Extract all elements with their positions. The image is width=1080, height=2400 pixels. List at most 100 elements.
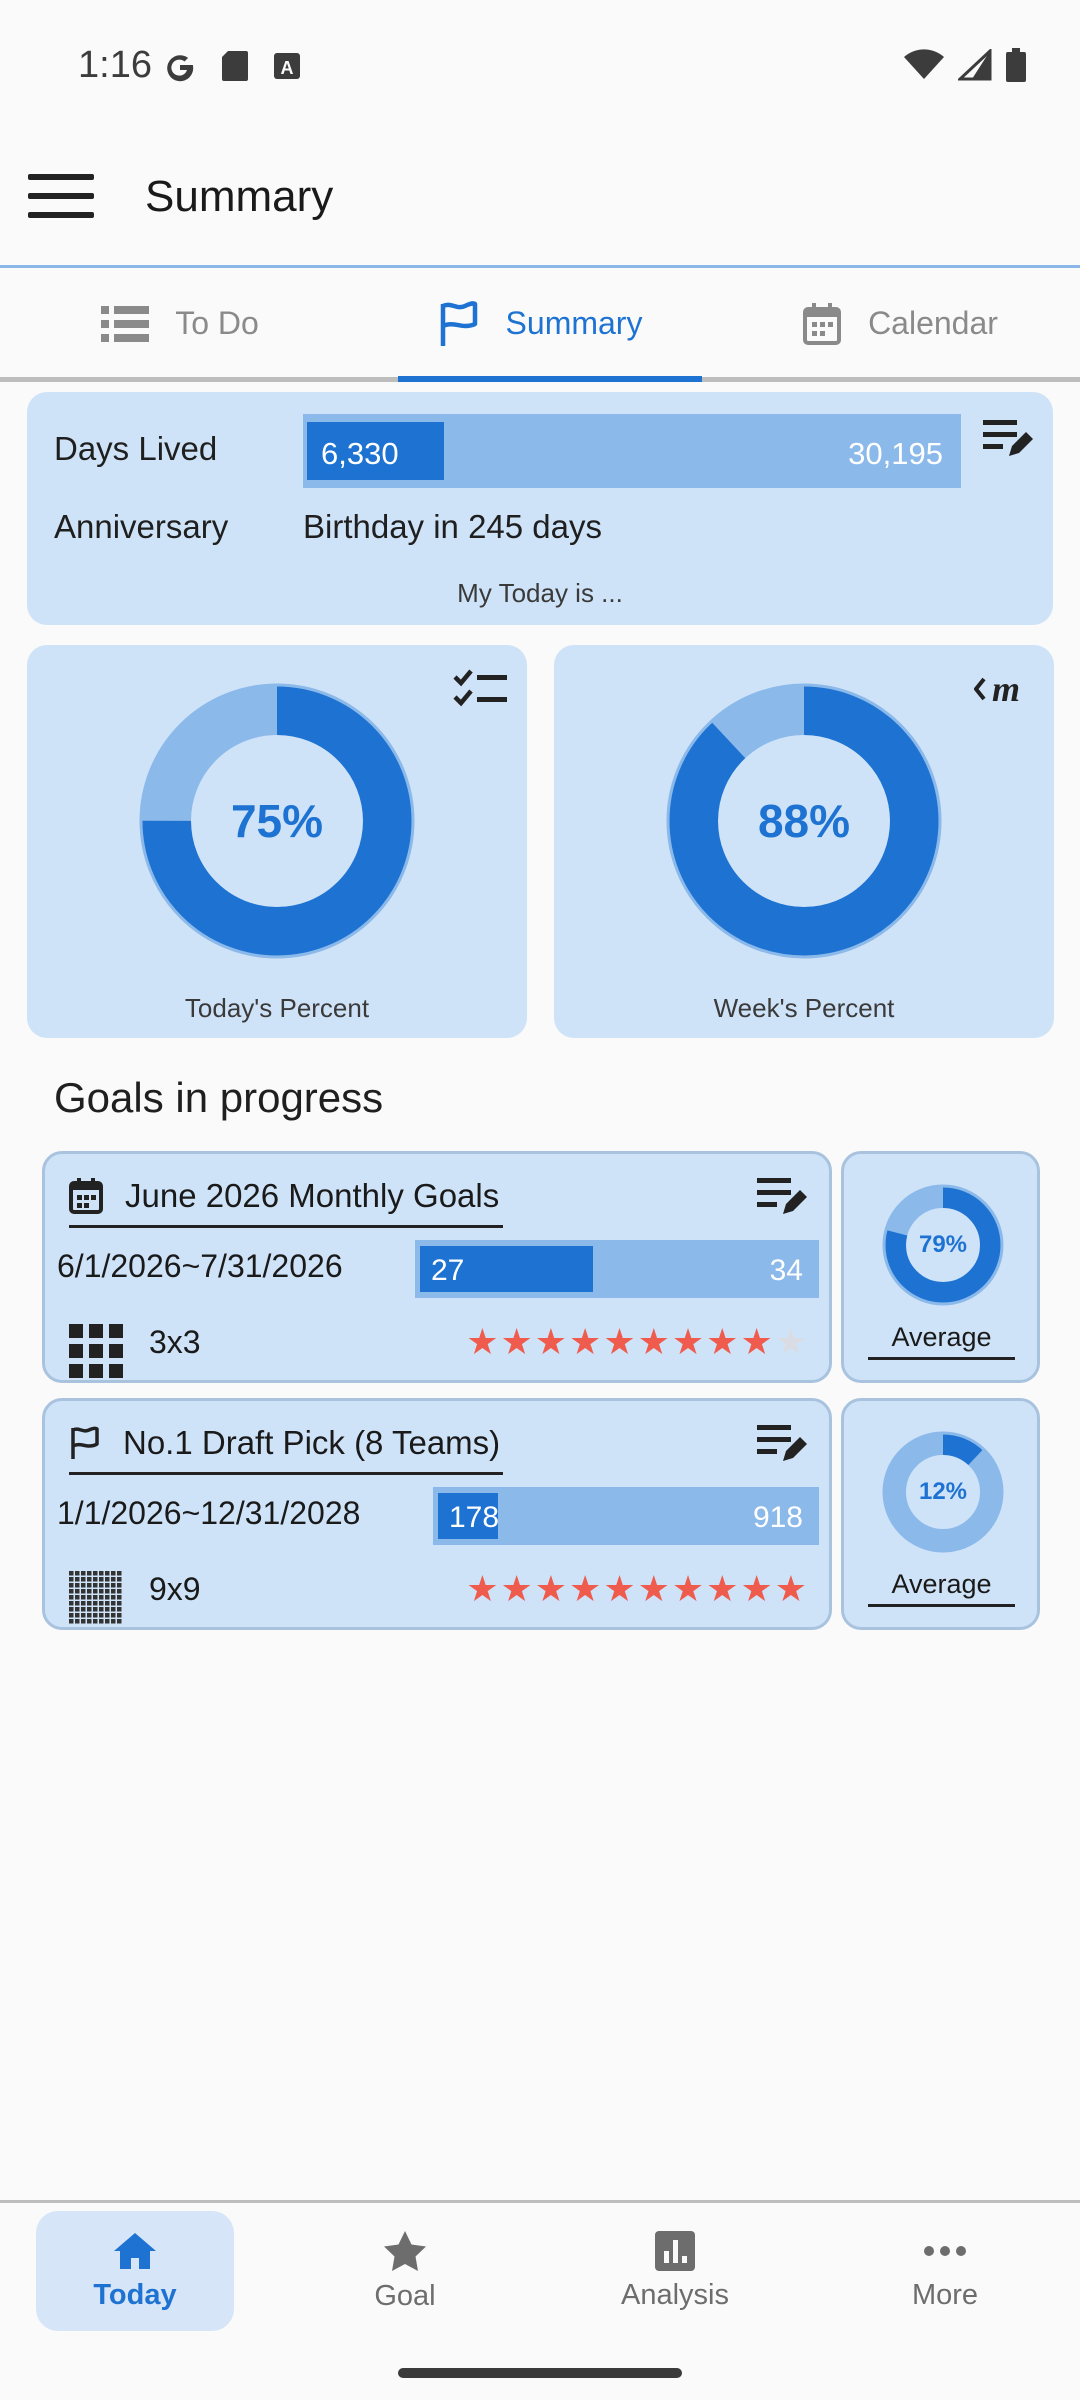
flag-icon [71, 1426, 99, 1459]
flag-icon [440, 300, 477, 346]
star-icon: ★ [774, 1568, 807, 1609]
more-icon [924, 2245, 966, 2256]
grid-cell [75, 1607, 80, 1612]
star-icon: ★ [740, 1321, 773, 1362]
nav-label: More [911, 2278, 979, 2311]
goal-average-label: Average [868, 1569, 1015, 1607]
tab-todo[interactable]: To Do [0, 270, 360, 377]
grid-cell [69, 1619, 74, 1624]
goal-card[interactable]: June 2026 Monthly Goals 6/1/2026~7/31/20… [42, 1151, 832, 1383]
edit-list-icon[interactable] [757, 1421, 809, 1465]
grid-cell [75, 1571, 80, 1576]
days-lived-progress: 6,330 30,195 [303, 414, 961, 488]
star-icon: ★ [500, 1568, 533, 1609]
goal-average-card[interactable]: 12% Average [841, 1398, 1040, 1630]
goal-average-card[interactable]: 79% Average [841, 1151, 1040, 1383]
goal-progress-value: 27 [431, 1254, 465, 1287]
star-icon: ★ [637, 1568, 670, 1609]
nav-more[interactable]: More [846, 2211, 1044, 2331]
goal-date-range: 6/1/2026~7/31/2026 [57, 1248, 343, 1284]
grid-cell [117, 1571, 122, 1576]
grid-cell [117, 1577, 122, 1582]
star-icon: ★ [534, 1568, 568, 1609]
grid-cell [87, 1571, 92, 1576]
nav-analysis[interactable]: Analysis [576, 2211, 774, 2331]
grid-cell [69, 1601, 74, 1606]
star-icon: ★ [534, 1321, 568, 1362]
tab-summary[interactable]: Summary [360, 270, 720, 382]
tab-label: To Do [175, 305, 259, 341]
m-icon[interactable]: m [974, 669, 1036, 709]
grid-cell [87, 1595, 92, 1600]
grid-cell [93, 1607, 98, 1612]
tab-calendar[interactable]: Calendar [720, 270, 1080, 377]
week-percent-value: 88% [757, 795, 851, 847]
grid-cell [75, 1613, 80, 1618]
grid-cell [111, 1607, 116, 1612]
grid-cell [99, 1613, 104, 1618]
days-lived-card[interactable]: Days Lived 6,330 30,195 Anniversary Birt… [27, 392, 1053, 625]
star-icon: ★ [740, 1568, 773, 1609]
star-icon: ★ [706, 1568, 739, 1609]
grid-cell [99, 1601, 104, 1606]
grid-cell [87, 1613, 92, 1618]
nav-goal[interactable]: Goal [306, 2211, 504, 2331]
grid-cell [117, 1601, 122, 1606]
edit-list-icon[interactable] [757, 1174, 809, 1218]
anniversary-value: Birthday in 245 days [303, 508, 603, 545]
grid-cell [111, 1571, 116, 1576]
grid-cell [81, 1571, 86, 1576]
grid-cell [99, 1607, 104, 1612]
today-percent-card[interactable]: 75% Today's Percent [27, 645, 527, 1038]
svg-text:A: A [281, 58, 294, 78]
goal-card[interactable]: No.1 Draft Pick (8 Teams) 1/1/2026~12/31… [42, 1398, 832, 1630]
grid-cell [105, 1613, 110, 1618]
edit-list-icon[interactable] [983, 416, 1035, 460]
grid-cell [99, 1619, 104, 1624]
sd-card-icon [222, 51, 248, 81]
calendar-icon [803, 302, 842, 345]
menu-icon[interactable] [28, 174, 94, 234]
goal-title: June 2026 Monthly Goals [125, 1176, 500, 1214]
grid-cell [81, 1619, 86, 1624]
star-icon: ★ [774, 1321, 807, 1362]
star-icon: ★ [603, 1321, 636, 1362]
grid-cell [105, 1583, 110, 1588]
grid-cell [81, 1601, 86, 1606]
svg-text:m: m [992, 669, 1020, 709]
star-icon: ★ [466, 1321, 499, 1362]
goal-average-value: 12% [918, 1478, 968, 1505]
goal-grid-label: 9x9 [149, 1571, 201, 1607]
star-rating: ★ ★ ★ ★ ★ ★ ★ ★ ★ ★ [466, 1571, 807, 1607]
calendar-icon [69, 1177, 103, 1214]
grid-cell [105, 1601, 110, 1606]
goal-progress-total: 34 [769, 1254, 803, 1287]
page-title: Summary [145, 172, 334, 221]
tab-label: Summary [505, 305, 643, 341]
my-today-text[interactable]: My Today is ... [27, 578, 1053, 609]
grid-cell [69, 1613, 74, 1618]
goal-average-value: 79% [918, 1231, 968, 1258]
grid-cell [69, 1589, 74, 1594]
grid-cell [87, 1577, 92, 1582]
days-lived-label: Days Lived [54, 430, 218, 467]
battery-icon [1006, 48, 1026, 82]
star-icon: ★ [500, 1321, 533, 1362]
nav-today[interactable]: Today [36, 2211, 234, 2331]
goal-average-label: Average [868, 1322, 1015, 1360]
grid-cell [93, 1595, 98, 1600]
week-percent-card[interactable]: 88% m Week's Percent [554, 645, 1054, 1038]
grid-cell [117, 1613, 122, 1618]
today-percent-value: 75% [230, 795, 324, 847]
goals-section-title: Goals in progress [54, 1074, 384, 1121]
today-percent-label: Today's Percent [184, 993, 370, 1023]
star-icon: ★ [466, 1568, 499, 1609]
home-indicator[interactable] [398, 2368, 682, 2378]
grid-cell [81, 1583, 86, 1588]
checklist-icon[interactable] [453, 669, 509, 709]
grid-cell [93, 1613, 98, 1618]
grid-cell [93, 1571, 98, 1576]
nav-label: Today [93, 2278, 177, 2311]
grid-cell [111, 1589, 116, 1594]
star-rating: ★ ★ ★ ★ ★ ★ ★ ★ ★ ★ [466, 1324, 807, 1360]
